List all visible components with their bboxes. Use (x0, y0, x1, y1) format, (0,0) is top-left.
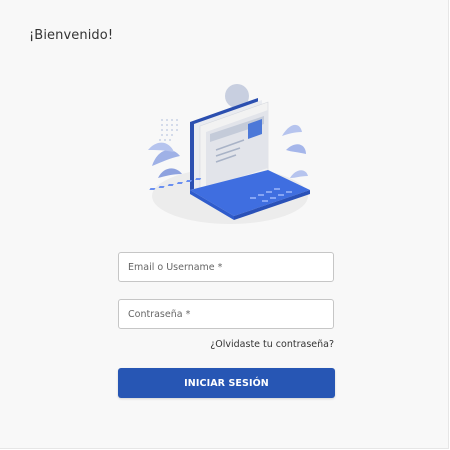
email-username-input[interactable] (118, 252, 334, 282)
welcome-heading: ¡Bienvenido! (29, 28, 114, 43)
login-button[interactable]: INICIAR SESIÓN (118, 368, 335, 398)
login-page: ¡Bienvenido! Email o Username * ¿Olvidas… (0, 0, 449, 449)
laptop-with-documents-icon (148, 84, 310, 224)
password-input[interactable] (118, 299, 334, 329)
forgot-password-link[interactable]: ¿Olvidaste tu contraseña? (210, 339, 334, 350)
